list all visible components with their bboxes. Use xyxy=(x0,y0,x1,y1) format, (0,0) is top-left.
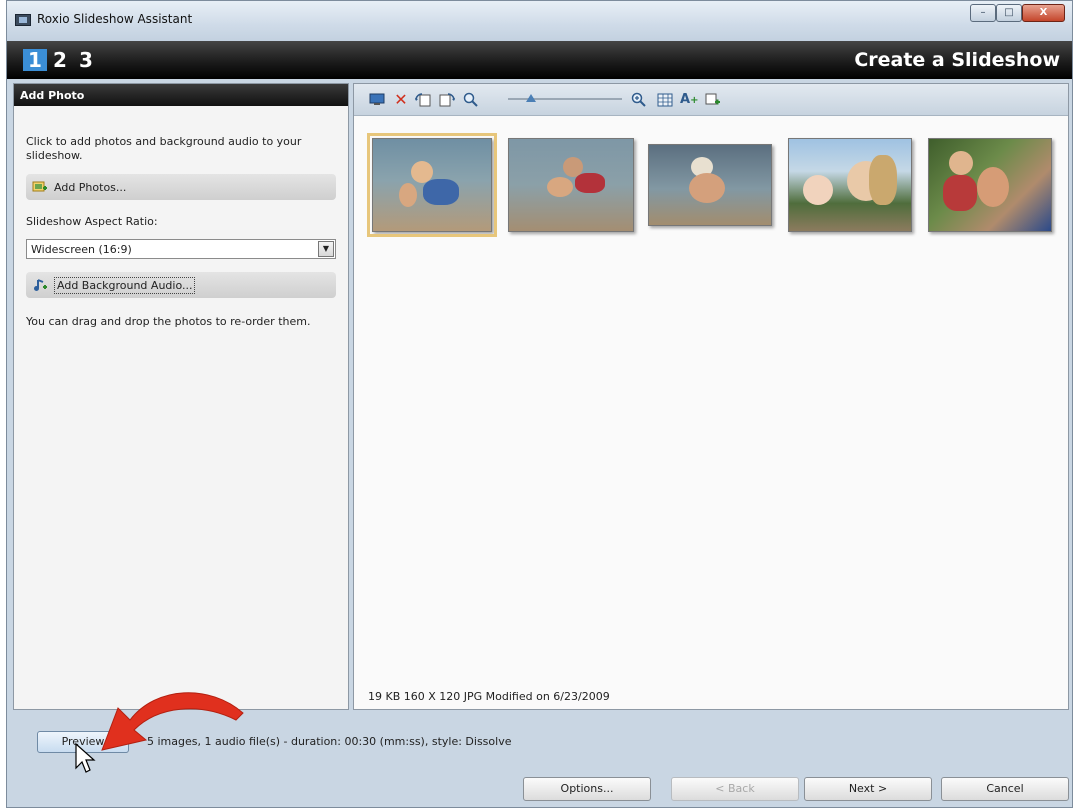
add-audio-label: Add Background Audio... xyxy=(54,276,196,294)
drag-drop-tip: You can drag and drop the photos to re-o… xyxy=(26,315,311,328)
cancel-button[interactable]: Cancel xyxy=(941,777,1069,801)
photo-subject xyxy=(977,167,1009,207)
maximize-button[interactable]: □ xyxy=(996,4,1022,22)
photo-thumbnail-3[interactable] xyxy=(648,144,772,226)
intro-text: Click to add photos and background audio… xyxy=(26,135,302,162)
photo-thumbnail-1[interactable] xyxy=(367,133,497,237)
zoom-out-icon[interactable] xyxy=(462,92,480,108)
add-photos-label: Add Photos... xyxy=(54,180,127,194)
panel-header: Add Photo xyxy=(14,84,348,106)
aspect-ratio-select[interactable]: Widescreen (16:9) ▼ xyxy=(26,239,336,259)
step-3-tab[interactable]: 3 xyxy=(79,49,93,71)
photo-thumbnail-2[interactable] xyxy=(508,138,634,232)
photo-browser-panel: ✕ A+ 19 KB 160 X 120 JPG Modified on 6/2… xyxy=(353,83,1069,710)
monitor-icon[interactable] xyxy=(368,92,386,108)
photo-subject xyxy=(943,175,977,211)
photo-subject xyxy=(423,179,459,205)
window-title: Roxio Slideshow Assistant xyxy=(37,12,193,26)
add-title-icon[interactable] xyxy=(704,92,722,108)
rotate-left-icon[interactable] xyxy=(414,92,432,108)
title-bar: Roxio Slideshow Assistant – □ X xyxy=(7,1,1072,41)
options-button[interactable]: Options... xyxy=(523,777,651,801)
photo-subject xyxy=(689,173,725,203)
add-photo-icon xyxy=(32,180,48,194)
step-bar: 1 2 3 Create a Slideshow xyxy=(7,41,1072,79)
photo-thumbnail-5[interactable] xyxy=(928,138,1052,232)
app-window: Roxio Slideshow Assistant – □ X 1 2 3 Cr… xyxy=(6,0,1073,808)
add-photos-button[interactable]: Add Photos... xyxy=(26,174,336,200)
zoom-in-icon[interactable] xyxy=(630,92,648,108)
grid-icon[interactable] xyxy=(656,92,674,108)
photo-toolbar: ✕ A+ xyxy=(354,84,1068,116)
next-button[interactable]: Next > xyxy=(804,777,932,801)
step-2-tab[interactable]: 2 xyxy=(53,49,67,71)
photo-thumbnail-4[interactable] xyxy=(788,138,912,232)
photo-subject xyxy=(869,155,897,205)
photo-subject xyxy=(803,175,833,205)
file-info: 19 KB 160 X 120 JPG Modified on 6/23/200… xyxy=(368,690,610,703)
aspect-ratio-value: Widescreen (16:9) xyxy=(31,243,132,256)
rotate-right-icon[interactable] xyxy=(438,92,456,108)
add-background-audio-button[interactable]: Add Background Audio... xyxy=(26,272,336,298)
delete-icon[interactable]: ✕ xyxy=(392,92,410,108)
aspect-ratio-label: Slideshow Aspect Ratio: xyxy=(26,215,158,228)
minimize-button[interactable]: – xyxy=(970,4,996,22)
photo-subject xyxy=(547,177,573,197)
zoom-slider-thumb[interactable] xyxy=(526,94,536,102)
chevron-down-icon[interactable]: ▼ xyxy=(318,241,334,257)
close-button[interactable]: X xyxy=(1022,4,1065,22)
text-icon[interactable]: A+ xyxy=(680,92,698,108)
page-title: Create a Slideshow xyxy=(854,49,1060,71)
app-icon xyxy=(15,14,31,26)
back-button[interactable]: < Back xyxy=(671,777,799,801)
add-photo-panel: Add Photo Click to add photos and backgr… xyxy=(13,83,349,710)
photo-thumbnails xyxy=(354,130,1068,240)
photo-subject xyxy=(949,151,973,175)
audio-icon xyxy=(32,278,48,292)
step-1-tab[interactable]: 1 xyxy=(23,49,47,71)
slideshow-summary: 5 images, 1 audio file(s) - duration: 00… xyxy=(147,735,512,748)
photo-subject xyxy=(399,183,417,207)
mouse-cursor-icon xyxy=(75,742,96,773)
photo-subject xyxy=(575,173,605,193)
